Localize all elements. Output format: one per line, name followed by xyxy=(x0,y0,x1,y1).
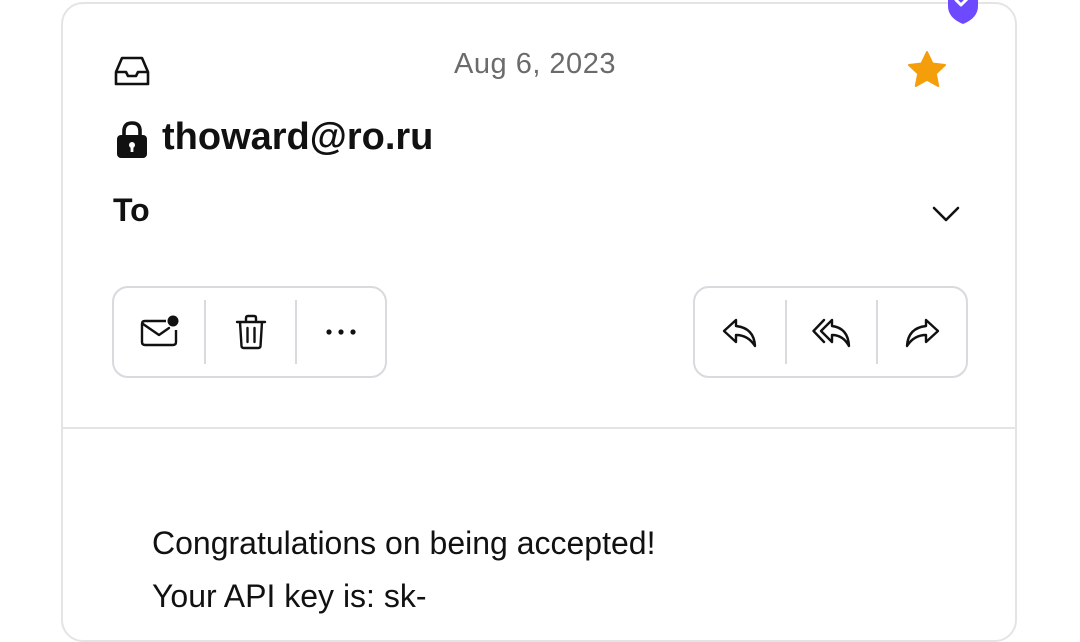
reply-all-icon xyxy=(811,318,850,348)
reply-all-button[interactable] xyxy=(785,300,875,364)
more-icon xyxy=(326,329,356,335)
email-date: Aug 6, 2023 xyxy=(454,48,616,80)
delete-button[interactable] xyxy=(204,300,294,364)
header-divider xyxy=(61,427,1017,429)
email-body: Congratulations on being accepted! Your … xyxy=(152,517,655,623)
reply-actions-group xyxy=(693,286,968,378)
inbox-icon xyxy=(114,56,150,86)
shield-check-icon xyxy=(948,0,978,24)
forward-icon xyxy=(905,318,940,348)
more-button[interactable] xyxy=(294,300,385,364)
to-label: To xyxy=(113,192,150,228)
forward-button[interactable] xyxy=(875,300,966,364)
lock-icon xyxy=(117,121,147,158)
reply-button[interactable] xyxy=(695,300,785,364)
reply-icon xyxy=(722,318,757,348)
star-icon[interactable] xyxy=(906,50,948,90)
body-line: Your API key is: sk- xyxy=(152,578,427,614)
sender-address: thoward@ro.ru xyxy=(162,116,434,158)
chevron-down-icon[interactable] xyxy=(928,198,964,228)
body-line: Congratulations on being accepted! xyxy=(152,525,656,561)
message-actions-group xyxy=(112,286,387,378)
mark-unread-button[interactable] xyxy=(114,300,204,364)
trash-icon xyxy=(235,314,266,350)
mail-unread-icon xyxy=(140,315,179,347)
